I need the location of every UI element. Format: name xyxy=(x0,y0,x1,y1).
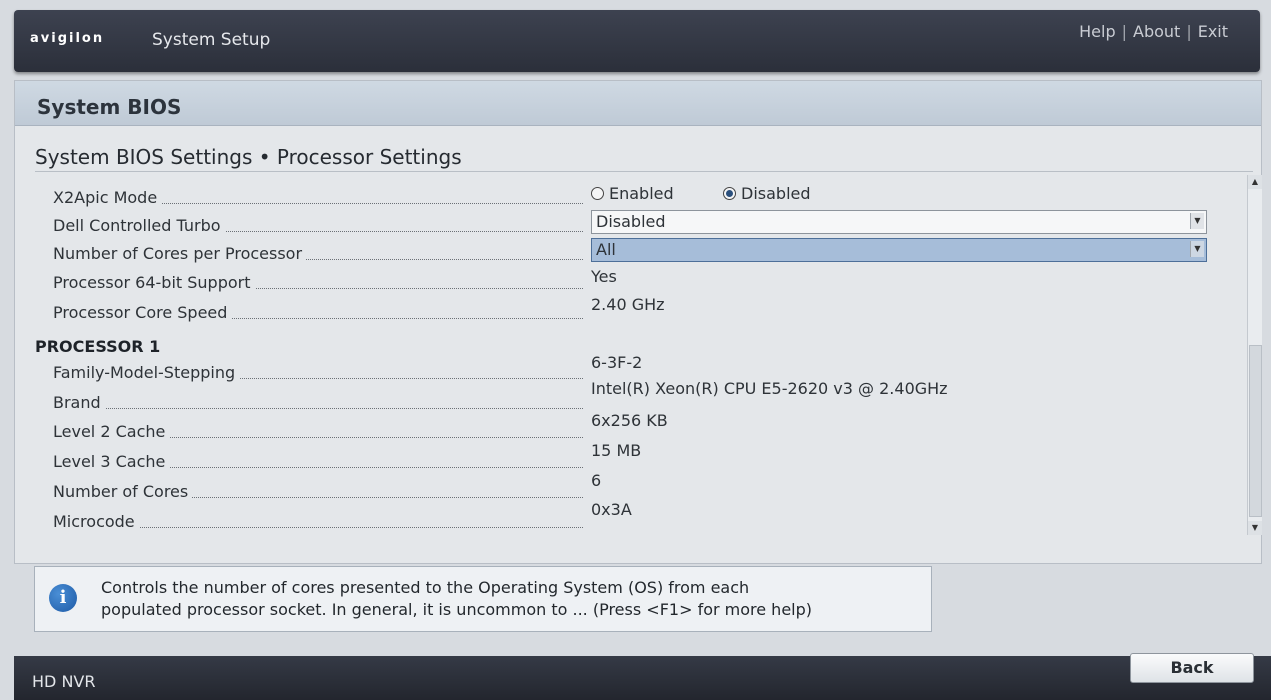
scroll-thumb[interactable] xyxy=(1249,345,1262,517)
dropdown-arrow-icon[interactable]: ▼ xyxy=(1190,213,1204,229)
setting-row-cores-per-processor: Number of Cores per Processor xyxy=(53,242,583,266)
setting-value: Yes xyxy=(591,267,617,286)
setting-label: Number of Cores per Processor xyxy=(53,244,307,263)
info-value: 6-3F-2 xyxy=(591,353,643,372)
info-value: Intel(R) Xeon(R) CPU E5-2620 v3 @ 2.40GH… xyxy=(591,379,948,398)
info-value: 6x256 KB xyxy=(591,411,668,430)
setting-row-x2apic: X2Apic Mode xyxy=(53,186,583,210)
info-value: 0x3A xyxy=(591,500,632,519)
divider xyxy=(35,171,1253,172)
radio-unchecked-icon xyxy=(591,187,604,200)
radio-disabled[interactable]: Disabled xyxy=(723,184,811,203)
info-value: 6 xyxy=(591,471,602,490)
turbo-dropdown[interactable]: Disabled ▼ xyxy=(591,210,1207,234)
info-value: 15 MB xyxy=(591,441,642,460)
info-label: Brand xyxy=(53,393,105,412)
processor-1-header: PROCESSOR 1 xyxy=(35,337,161,356)
info-label: Level 2 Cache xyxy=(53,422,170,441)
info-label: Family-Model-Stepping xyxy=(53,363,240,382)
setting-row-core-speed: Processor Core Speed xyxy=(53,301,583,325)
page-title: System BIOS xyxy=(37,95,182,119)
setting-value: 2.40 GHz xyxy=(591,295,665,314)
separator: | xyxy=(1186,22,1192,41)
dropdown-value: All xyxy=(596,240,616,259)
about-link[interactable]: About xyxy=(1133,22,1180,41)
settings-scrollbar[interactable]: ▲ ▼ xyxy=(1247,175,1262,535)
info-label: Microcode xyxy=(53,512,139,531)
top-bar: avigilon System Setup Help | About | Exit xyxy=(14,10,1260,72)
info-label: Number of Cores xyxy=(53,482,193,501)
brand-logo: avigilon xyxy=(30,31,105,46)
dotted-leader xyxy=(53,408,583,409)
dropdown-value: Disabled xyxy=(596,212,666,231)
exit-link[interactable]: Exit xyxy=(1198,22,1228,41)
main-panel: System BIOS System BIOS Settings • Proce… xyxy=(14,80,1262,564)
panel-header: System BIOS xyxy=(15,81,1261,126)
info-row-brand: Brand xyxy=(53,391,583,415)
cores-per-processor-dropdown[interactable]: All ▼ xyxy=(591,238,1207,262)
setting-row-64bit: Processor 64-bit Support xyxy=(53,271,583,295)
top-links: Help | About | Exit xyxy=(1079,22,1228,41)
help-text: Controls the number of cores presented t… xyxy=(101,577,911,621)
info-row-l2-cache: Level 2 Cache xyxy=(53,420,583,444)
help-box: i Controls the number of cores presented… xyxy=(34,566,932,632)
radio-enabled[interactable]: Enabled xyxy=(591,184,674,203)
radio-label: Enabled xyxy=(609,184,674,203)
setting-label: X2Apic Mode xyxy=(53,188,162,207)
info-row-number-of-cores: Number of Cores xyxy=(53,480,583,504)
info-label: Level 3 Cache xyxy=(53,452,170,471)
info-row-microcode: Microcode xyxy=(53,510,583,534)
setting-label: Processor 64-bit Support xyxy=(53,273,255,292)
help-line: Controls the number of cores presented t… xyxy=(101,578,750,597)
info-row-family-model: Family-Model-Stepping xyxy=(53,361,583,385)
help-link[interactable]: Help xyxy=(1079,22,1115,41)
help-line: populated processor socket. In general, … xyxy=(101,600,813,619)
scroll-down-arrow-icon[interactable]: ▼ xyxy=(1248,521,1262,535)
setting-label: Processor Core Speed xyxy=(53,303,232,322)
scroll-up-arrow-icon[interactable]: ▲ xyxy=(1248,175,1262,189)
info-row-l3-cache: Level 3 Cache xyxy=(53,450,583,474)
dropdown-arrow-icon[interactable]: ▼ xyxy=(1190,241,1204,257)
radio-checked-icon xyxy=(723,187,736,200)
setting-row-turbo: Dell Controlled Turbo xyxy=(53,214,583,238)
app-title: System Setup xyxy=(152,30,271,50)
back-button[interactable]: Back xyxy=(1130,653,1254,683)
radio-label: Disabled xyxy=(741,184,811,203)
device-name: HD NVR xyxy=(32,672,96,691)
info-icon: i xyxy=(49,584,77,612)
separator: | xyxy=(1121,22,1127,41)
setting-label: Dell Controlled Turbo xyxy=(53,216,225,235)
section-title: System BIOS Settings • Processor Setting… xyxy=(35,145,462,169)
bottom-bar: HD NVR xyxy=(14,656,1271,700)
